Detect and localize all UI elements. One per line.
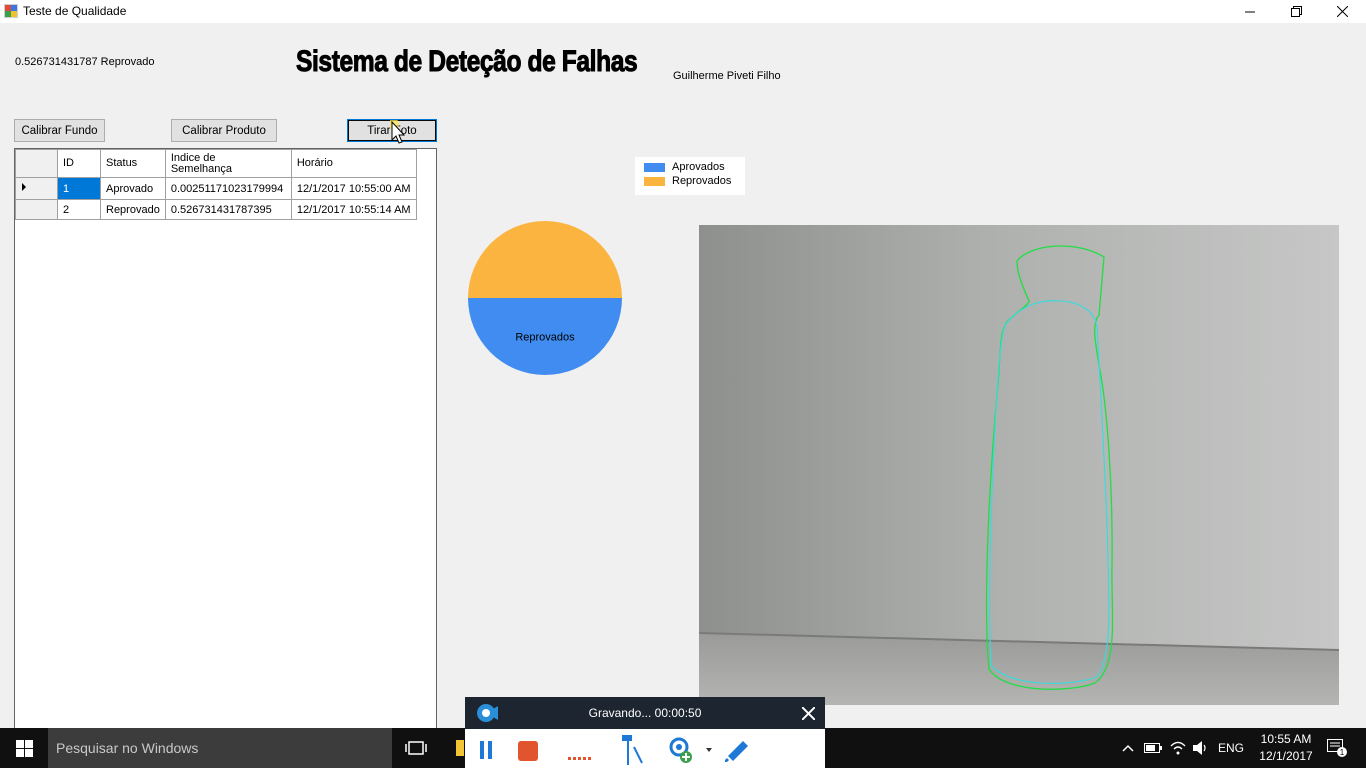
battery-icon <box>1144 743 1162 753</box>
author-label: Guilherme Piveti Filho <box>673 70 781 82</box>
pie-slice-reprovados <box>468 221 622 298</box>
show-hidden-icons-button[interactable] <box>1118 728 1138 768</box>
taskbar-search-box[interactable]: Pesquisar no Windows <box>48 728 392 768</box>
cell-indice[interactable]: 0.526731431787395 <box>164 199 292 220</box>
cell-id[interactable]: 2 <box>57 199 101 220</box>
recording-status: Gravando... 00:00:50 <box>588 706 702 720</box>
form-client-area: 0.526731431787 Reprovado Sistema de Dete… <box>0 23 1366 728</box>
column-header-indice-line2: Semelhança <box>170 162 232 175</box>
cell-indice[interactable]: 0.00251171023179994 <box>164 177 292 200</box>
wifi-icon <box>1170 741 1186 755</box>
calibrate-product-button[interactable]: Calibrar Produto <box>171 119 277 142</box>
cell-status[interactable]: Reprovado <box>100 199 166 220</box>
column-header-status[interactable]: Status <box>100 149 166 178</box>
restore-icon <box>1290 6 1302 17</box>
recorder-header: Gravando... 00:00:50 <box>465 697 825 729</box>
column-header-id[interactable]: ID <box>57 149 101 178</box>
battery-tray-button[interactable] <box>1141 728 1165 768</box>
calibrate-background-button[interactable]: Calibrar Fundo <box>14 119 105 142</box>
close-icon <box>1336 6 1348 17</box>
screen-recorder-panel: Gravando... 00:00:50 <box>465 697 825 768</box>
results-grid[interactable]: ID Status Indice de Semelhança Horário 1… <box>14 148 437 728</box>
column-header-horario[interactable]: Horário <box>290 149 417 178</box>
row-pointer-icon <box>22 183 26 191</box>
task-view-button[interactable] <box>396 728 436 768</box>
notification-count: 1 <box>1340 748 1345 757</box>
cell-horario[interactable]: 12/1/2017 10:55:14 AM <box>290 199 417 220</box>
stop-icon[interactable] <box>518 741 538 761</box>
column-header-indice[interactable]: Indice de Semelhança <box>164 149 292 178</box>
chevron-up-icon <box>1122 744 1134 752</box>
audio-level-icon <box>568 757 591 760</box>
window-title: Teste de Qualidade <box>23 4 127 18</box>
results-table: ID Status Indice de Semelhança Horário 1… <box>15 149 417 220</box>
camera-image <box>699 225 1339 705</box>
page-title: Sistema de Deteção de Falhas <box>296 45 639 79</box>
pin-icon[interactable] <box>620 735 644 765</box>
last-result-label: 0.526731431787 Reprovado <box>15 56 155 68</box>
window-titlebar: Teste de Qualidade <box>0 0 1366 23</box>
pause-icon[interactable] <box>479 741 493 759</box>
restore-button[interactable] <box>1273 0 1319 23</box>
notification-icon: 1 <box>1327 739 1347 757</box>
start-button[interactable] <box>0 728 48 768</box>
close-icon[interactable] <box>802 707 815 720</box>
clock[interactable]: 10:55 AM 12/1/2017 <box>1254 728 1318 768</box>
cell-status[interactable]: Aprovado <box>100 177 166 200</box>
app-icon <box>4 4 18 18</box>
folder-icon <box>455 740 464 756</box>
speaker-icon <box>1193 741 1206 755</box>
recorder-toolbar <box>465 729 825 768</box>
windows-logo-icon <box>15 739 33 757</box>
table-row[interactable]: 2 Reprovado 0.526731431787395 12/1/2017 … <box>15 199 417 220</box>
cell-id[interactable]: 1 <box>57 177 101 200</box>
clock-date: 12/1/2017 <box>1259 749 1313 763</box>
pencil-icon[interactable] <box>725 738 751 762</box>
language-indicator[interactable]: ENG <box>1214 728 1248 768</box>
cell-horario[interactable]: 12/1/2017 10:55:00 AM <box>290 177 417 200</box>
table-row[interactable]: 1 Aprovado 0.00251171023179994 12/1/2017… <box>15 177 417 200</box>
wifi-tray-button[interactable] <box>1166 728 1190 768</box>
row-header-selected[interactable] <box>15 177 58 200</box>
minimize-button[interactable] <box>1227 0 1273 23</box>
mouse-cursor-icon <box>390 120 406 144</box>
close-button[interactable] <box>1319 0 1365 23</box>
volume-tray-button[interactable] <box>1189 728 1213 768</box>
taskbar-app-explorer[interactable] <box>450 728 465 768</box>
minimize-icon <box>1245 11 1255 12</box>
webcam-add-icon[interactable] <box>668 737 694 763</box>
grid-corner-header[interactable] <box>15 149 58 178</box>
task-view-icon <box>405 741 427 755</box>
pie-label-reprovados: Reprovados <box>515 332 575 344</box>
clock-time: 10:55 AM <box>1260 732 1312 746</box>
dropdown-arrow-icon[interactable] <box>706 748 712 752</box>
action-center-button[interactable]: 1 <box>1322 728 1352 768</box>
row-header[interactable] <box>15 199 58 220</box>
